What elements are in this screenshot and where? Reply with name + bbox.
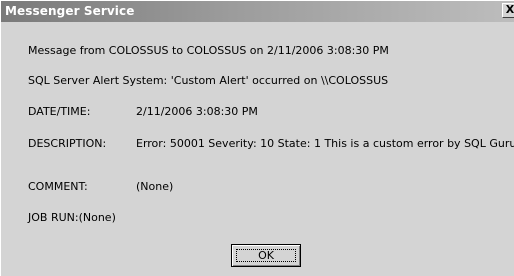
datetime-label: DATE/TIME: [28,105,91,118]
messenger-service-dialog: Messenger Service X Message from COLOSSU… [0,0,514,276]
window-title: Messenger Service [5,4,135,18]
description-row: DESCRIPTION: Error: 50001 Severity: 10 S… [1,137,514,150]
ok-button-label: OK [258,249,274,262]
description-label: DESCRIPTION: [28,137,107,150]
close-button[interactable]: X [502,3,514,18]
close-icon: X [505,3,514,16]
comment-value: (None) [136,180,174,193]
message-header-line: Message from COLOSSUS to COLOSSUS on 2/1… [28,44,389,57]
comment-row: COMMENT: (None) [1,180,514,193]
description-value: Error: 50001 Severity: 10 State: 1 This … [136,137,514,150]
datetime-value: 2/11/2006 3:08:30 PM [136,105,258,118]
alert-line: SQL Server Alert System: 'Custom Alert' … [28,74,389,87]
datetime-row: DATE/TIME: 2/11/2006 3:08:30 PM [1,105,514,118]
ok-button[interactable]: OK [231,244,301,267]
comment-label: COMMENT: [28,180,88,193]
title-bar[interactable]: Messenger Service X [1,1,514,22]
job-run-line: JOB RUN:(None) [28,211,116,224]
